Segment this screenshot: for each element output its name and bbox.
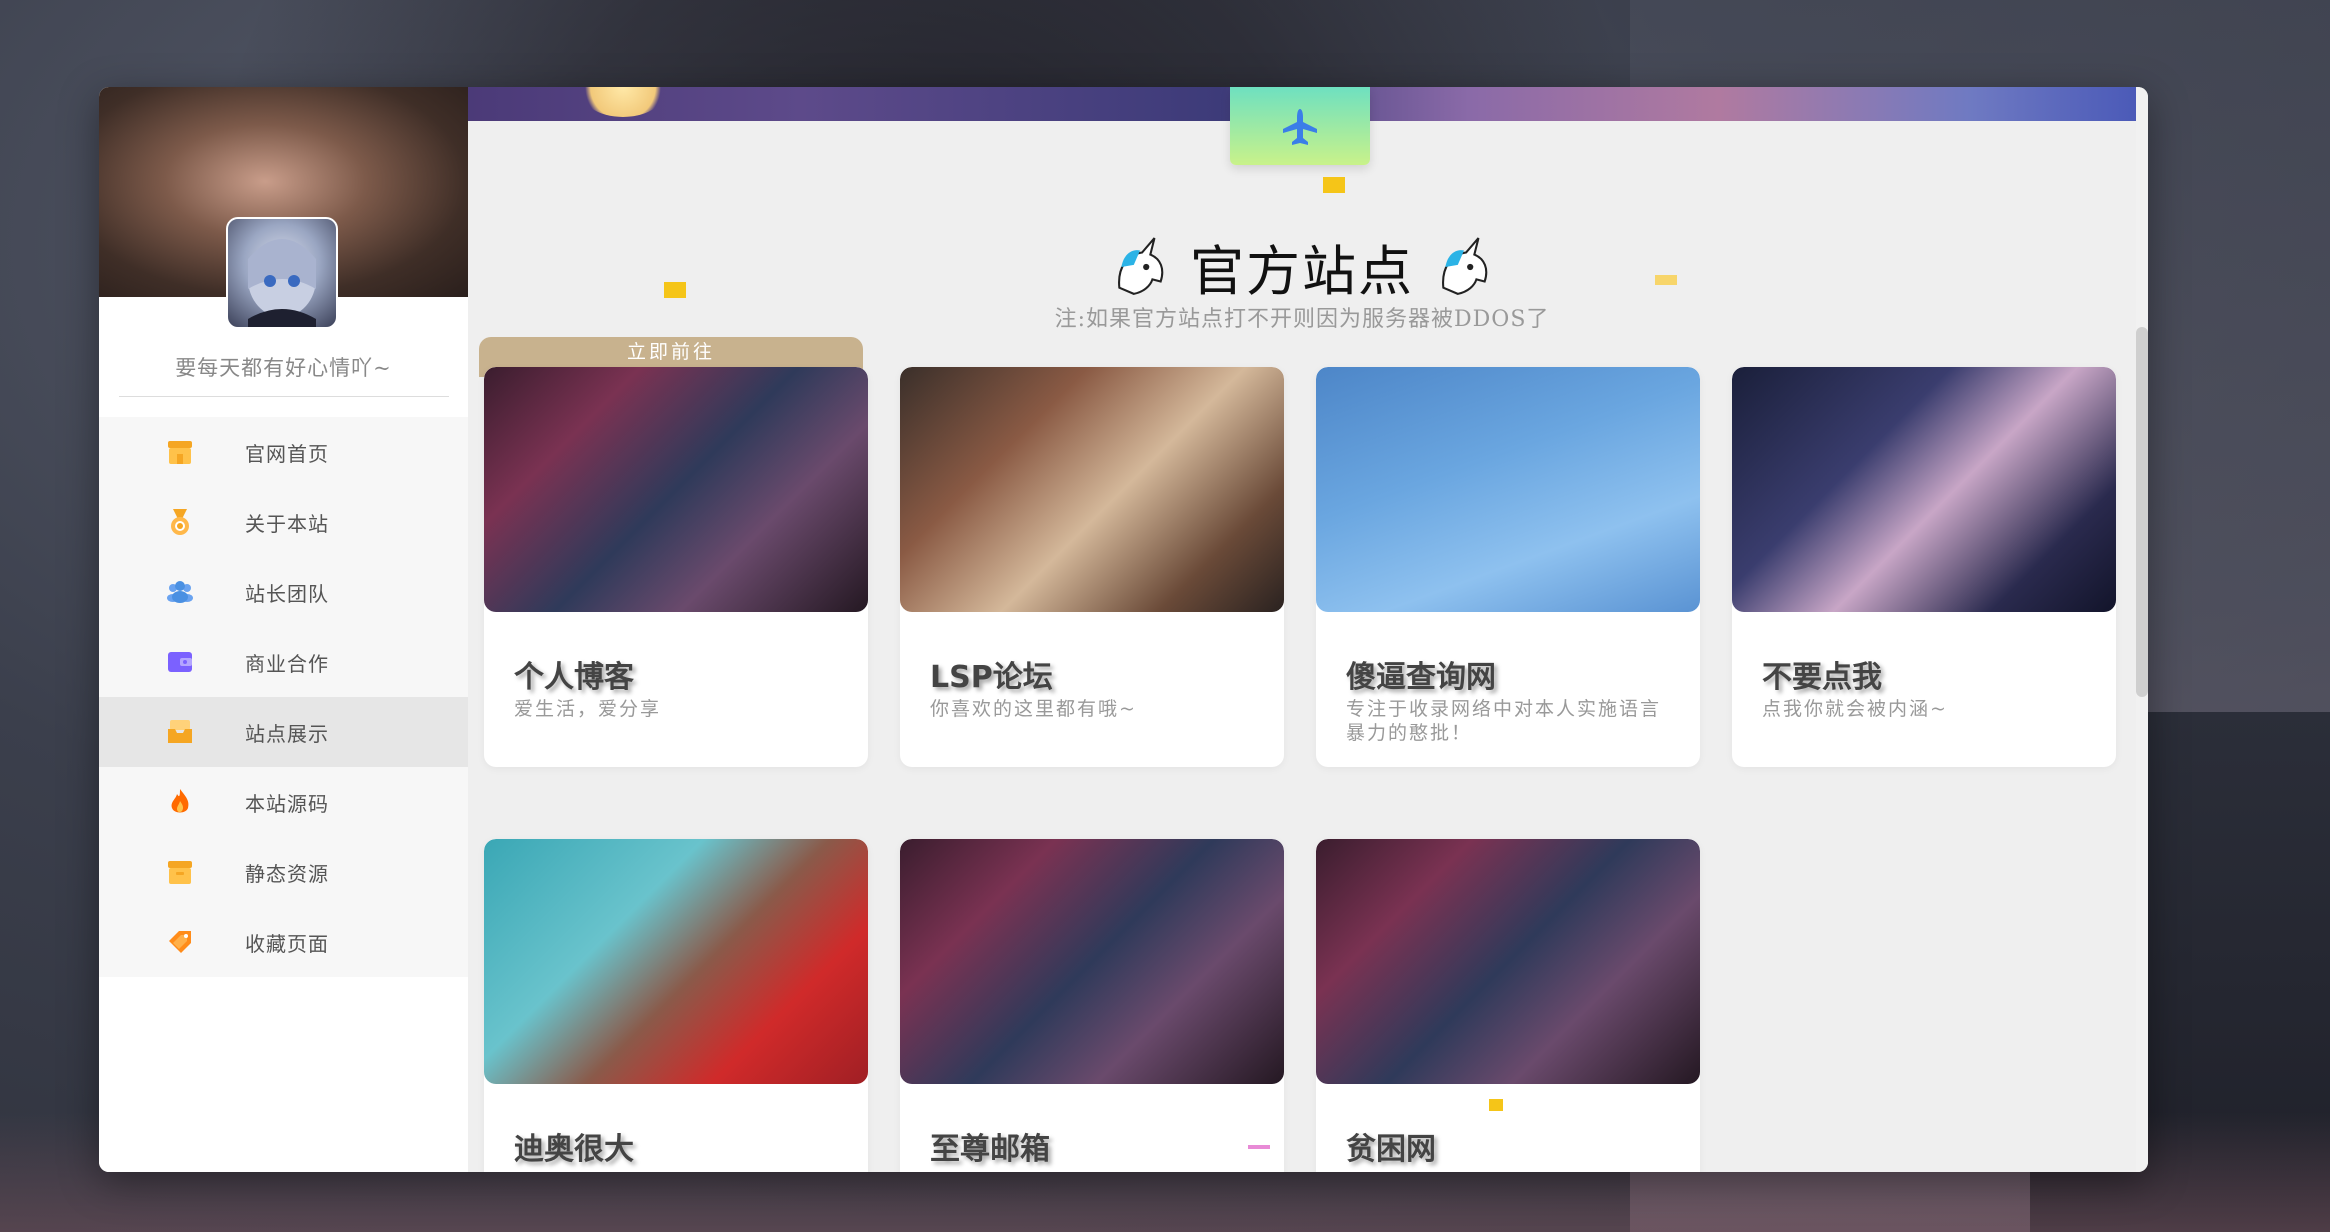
card-image xyxy=(900,367,1284,612)
inbox-icon xyxy=(168,720,192,743)
sidebar-item-label: 站点展示 xyxy=(245,721,329,746)
sidebar-motto: 要每天都有好心情吖~ xyxy=(175,356,392,380)
site-card-dior[interactable]: 迪奥很大 xyxy=(484,839,868,1172)
divider xyxy=(119,396,449,397)
sidebar-item-label: 官网首页 xyxy=(245,441,329,466)
medal-icon xyxy=(171,509,189,535)
unicorn-icon xyxy=(1442,237,1488,295)
confetti-decoration xyxy=(1489,1099,1503,1111)
card-description: 专注于收录网络中对本人实施语言暴力的憨批！ xyxy=(1346,698,1662,744)
sidebar-item-home[interactable]: 官网首页 xyxy=(99,417,468,487)
site-card-blog[interactable]: 个人博客 爱生活，爱分享 xyxy=(484,367,868,767)
team-icon xyxy=(167,581,193,603)
sidebar-item-team[interactable]: 站长团队 xyxy=(99,557,468,627)
scrollbar-thumb[interactable] xyxy=(2136,327,2148,697)
unicorn-icon xyxy=(1117,237,1164,295)
card-title: LSP论坛 xyxy=(930,660,1053,695)
app-window: 要每天都有好心情吖~ 官网首页 关于本站 站长团队 商业合作 站点展示 本站源码… xyxy=(99,87,2148,1172)
section-title: 官方站点 xyxy=(468,227,2136,306)
confetti-decoration xyxy=(1655,275,1677,285)
sidebar-item-label: 静态资源 xyxy=(245,861,329,886)
card-image xyxy=(1732,367,2116,612)
card-image xyxy=(484,367,868,612)
section-note: 注:如果官方站点打不开则因为服务器被DDOS了 xyxy=(1054,307,1550,332)
site-card-poverty[interactable]: 贫困网 xyxy=(1316,839,1700,1172)
plane-button[interactable] xyxy=(1230,87,1370,165)
section-title-text: 官方站点 xyxy=(1190,240,1414,303)
site-card-forum[interactable]: LSP论坛 你喜欢的这里都有哦~ xyxy=(900,367,1284,767)
sidebar-item-source[interactable]: 本站源码 xyxy=(99,767,468,837)
sidebar-item-label: 本站源码 xyxy=(245,791,329,816)
card-image xyxy=(484,839,868,1084)
card-image xyxy=(1316,839,1700,1084)
sidebar-item-favorite[interactable]: 收藏页面 xyxy=(99,907,468,977)
card-description: 爱生活，爱分享 xyxy=(514,698,662,720)
sidebar-item-showcase[interactable]: 站点展示 xyxy=(99,697,468,767)
sidebar-item-label: 收藏页面 xyxy=(245,931,329,956)
card-image xyxy=(900,839,1284,1084)
card-title: 贫困网 xyxy=(1346,1132,1436,1167)
sidebar-item-label: 关于本站 xyxy=(245,511,329,536)
box-icon xyxy=(168,861,192,884)
card-description: 你喜欢的这里都有哦~ xyxy=(930,698,1137,720)
confetti-decoration xyxy=(1323,177,1345,193)
avatar[interactable] xyxy=(226,217,338,329)
card-title: 迪奥很大 xyxy=(514,1132,634,1167)
site-card-query[interactable]: 傻逼查询网 专注于收录网络中对本人实施语言暴力的憨批！ xyxy=(1316,367,1700,767)
card-title: 个人博客 xyxy=(514,660,634,695)
main-content: 官方站点 注:如果官方站点打不开则因为服务器被DDOS了 立即前往 个人博客 爱… xyxy=(468,87,2148,1172)
plane-icon xyxy=(1283,109,1317,145)
shop-icon xyxy=(168,441,192,464)
site-card-dont-click[interactable]: 不要点我 点我你就会被内涵~ xyxy=(1732,367,2116,767)
card-image xyxy=(1316,367,1700,612)
sidebar-menu: 官网首页 关于本站 站长团队 商业合作 站点展示 本站源码 静态资源 收藏页面 xyxy=(99,417,468,977)
site-card-mail[interactable]: 至尊邮箱 xyxy=(900,839,1284,1172)
confetti-decoration xyxy=(1248,1145,1270,1149)
sidebar-item-label: 站长团队 xyxy=(245,581,329,606)
sidebar-item-label: 商业合作 xyxy=(245,651,329,676)
wallet-icon xyxy=(168,652,192,672)
sidebar-item-static[interactable]: 静态资源 xyxy=(99,837,468,907)
fire-icon xyxy=(171,789,189,813)
tag-icon xyxy=(169,931,191,953)
sidebar: 要每天都有好心情吖~ 官网首页 关于本站 站长团队 商业合作 站点展示 本站源码… xyxy=(99,87,468,1172)
confetti-decoration xyxy=(664,282,686,298)
card-title: 不要点我 xyxy=(1762,660,1882,695)
card-description: 点我你就会被内涵~ xyxy=(1762,698,1948,720)
sidebar-item-about[interactable]: 关于本站 xyxy=(99,487,468,557)
sidebar-item-business[interactable]: 商业合作 xyxy=(99,627,468,697)
card-title: 傻逼查询网 xyxy=(1346,660,1496,695)
card-title: 至尊邮箱 xyxy=(930,1132,1050,1167)
